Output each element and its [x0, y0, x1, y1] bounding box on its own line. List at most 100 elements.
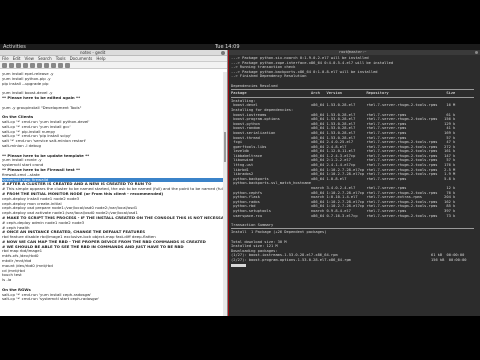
table-cell: boost-program-options — [231, 117, 311, 122]
table-cell: x86_64 — [310, 199, 327, 204]
menu-item-documents[interactable]: Documents — [70, 56, 93, 61]
download-name: (2/27): boost-program-options-1.53.0-28.… — [231, 257, 351, 262]
column-header: Arch — [310, 91, 327, 96]
print-icon[interactable] — [23, 63, 28, 68]
table-cell: 1.2.4-3.el7cp — [326, 153, 367, 158]
table-cell: rhel-7-server-rhugm-2-tools-rpms — [366, 103, 442, 108]
table-cell: userspace-rcu — [231, 213, 311, 218]
terminal-titlebar[interactable]: root@master:~ — [229, 50, 480, 55]
transaction-summary-title: Transaction Summary — [231, 222, 274, 227]
table-cell: rhel-7-server-rhugm-2-tools-rpms — [366, 204, 442, 209]
table-cell: 1:10.2.7-28.el7cp — [326, 190, 367, 195]
table-cell: 57 k — [441, 158, 456, 163]
table-header-row: Package Arch Version Repository Size — [231, 91, 478, 96]
close-icon[interactable] — [221, 51, 225, 55]
editor-title: notes - gedit — [80, 50, 106, 55]
table-cell: 1.0-8.el7 — [326, 176, 367, 181]
editor-titlebar[interactable]: notes - gedit — [0, 50, 227, 56]
table-rule — [231, 96, 474, 98]
table-cell: rhel-7-server-rpms — [366, 186, 442, 191]
find-icon[interactable] — [65, 63, 70, 68]
table-cell: libunwind — [231, 158, 311, 163]
table-cell: 2.4.0-25.el7 — [326, 140, 367, 145]
table-cell: x86_64 — [310, 176, 327, 181]
table-cell — [311, 181, 327, 185]
menu-item-file[interactable]: File — [2, 56, 9, 61]
scrollbar-thumb[interactable] — [224, 132, 226, 162]
table-cell: 129 k — [441, 121, 456, 126]
cut-icon[interactable] — [44, 63, 49, 68]
table-cell: libbabeltrace — [231, 153, 311, 158]
table-cell: 1:10.2.7-28.el7cp — [326, 172, 367, 177]
table-rule — [231, 228, 474, 230]
table-cell: rhel-7-server-rpms — [366, 126, 442, 131]
terminal-line: Dependencies Resolved — [231, 83, 278, 88]
paste-icon[interactable] — [58, 63, 63, 68]
menu-item-help[interactable]: Help — [96, 56, 105, 61]
table-cell: rhel-7-server-rhugm-2-tools-rpms — [366, 153, 442, 158]
table-cell: noarch — [310, 195, 327, 200]
table-cell: python-setuptools — [231, 209, 311, 213]
table-cell: rhel-7-server-rhugm-2-tools-rpms — [366, 149, 442, 154]
menu-item-view[interactable]: View — [24, 56, 34, 61]
table-cell: 85 k — [441, 204, 456, 209]
table-cell: rhel-7-server-rhugm-2-tools-rpms — [366, 199, 442, 204]
table-cell: 147 k — [441, 153, 456, 158]
close-icon[interactable] — [475, 51, 478, 54]
table-cell: boost-iostreams — [231, 112, 311, 117]
table-cell: x86_64 — [310, 117, 327, 122]
table-cell: 1.53.0-28.el7 — [326, 126, 367, 131]
save-icon[interactable] — [16, 63, 21, 68]
table-cell — [231, 186, 311, 190]
table-cell: 5.8 k — [441, 176, 456, 181]
menu-item-edit[interactable]: Edit — [13, 56, 21, 61]
table-cell: x86_64 — [310, 190, 327, 195]
table-cell — [366, 181, 441, 185]
text-editor-window: notes - gedit File Edit View Search Tools Doc… — [0, 50, 228, 316]
table-cell: rhel-7-server-rpms — [366, 112, 442, 117]
menu-item-tools[interactable]: Tools — [56, 56, 66, 61]
table-cell: rhel-7-server-rhugm-2-tools-rpms — [366, 117, 442, 122]
new-file-icon[interactable] — [2, 63, 7, 68]
terminal-output[interactable]: ---> Package python-six.noarch 0:1.9.0-2… — [231, 56, 478, 314]
letterbox-bottom — [0, 316, 480, 360]
terminal-window: root@master:~ ---> Package python-six.no… — [229, 50, 480, 316]
redo-icon[interactable] — [37, 63, 42, 68]
table-cell: 12 k — [441, 186, 456, 191]
table-cell: rhel-7-server-rpms — [366, 121, 442, 126]
editor-document[interactable]: yum install epel-release -y yum install p… — [2, 72, 224, 312]
text-line[interactable]: salt-cp '*' cmd.run 'systemctl start cep… — [2, 297, 224, 302]
table-cell: x86_64 — [310, 172, 327, 177]
table-cell: 1.12.0-11.el7 — [326, 149, 367, 154]
undo-icon[interactable] — [30, 63, 35, 68]
table-cell: 1.53.0-28.el7 — [326, 121, 367, 126]
table-cell: x86_64 — [310, 149, 327, 154]
column-header: Version — [326, 91, 367, 96]
table-cell: x86_64 — [310, 135, 327, 140]
table-cell: rhel-7-server-rhugm-2-tools-rpms — [366, 172, 442, 177]
table-cell: leveldb — [231, 149, 311, 154]
table-cell: librados2 — [231, 172, 311, 177]
letterbox-top — [0, 0, 480, 44]
table-cell — [442, 181, 455, 185]
table-cell: 0.9.8-4.el7 — [326, 209, 367, 213]
table-cell: x86_64 — [310, 204, 327, 209]
system-tray[interactable] — [446, 45, 476, 60]
menu-item-search[interactable]: Search — [38, 56, 52, 61]
table-cell: x86_64 — [310, 144, 327, 149]
table-cell: 2.4.1-4.el7cp — [326, 163, 367, 168]
table-cell: python-rbd — [231, 204, 311, 209]
table-cell: 1.53.0-28.el7 — [326, 130, 367, 135]
table-cell: x86_64 — [310, 103, 327, 108]
table-cell: rhel-7-server-rhugm-2-tools-rpms — [366, 213, 442, 218]
editor-scrollbar[interactable] — [223, 72, 227, 316]
table-cell: 47 k — [441, 140, 456, 145]
download-name: (1/27): boost-iostreams-1.53.0-28.el7.x8… — [231, 253, 338, 258]
open-file-icon[interactable] — [9, 63, 14, 68]
table-cell: 1.53.0-28.el7 — [326, 103, 367, 108]
table-cell: 1:10.2.7-28.el7cp — [326, 204, 367, 209]
desktop: Activities Tue 14:09 notes - gedit File E… — [0, 44, 480, 316]
table-cell — [326, 181, 366, 185]
table-cell: lttng-ust — [231, 163, 311, 168]
copy-icon[interactable] — [51, 63, 56, 68]
